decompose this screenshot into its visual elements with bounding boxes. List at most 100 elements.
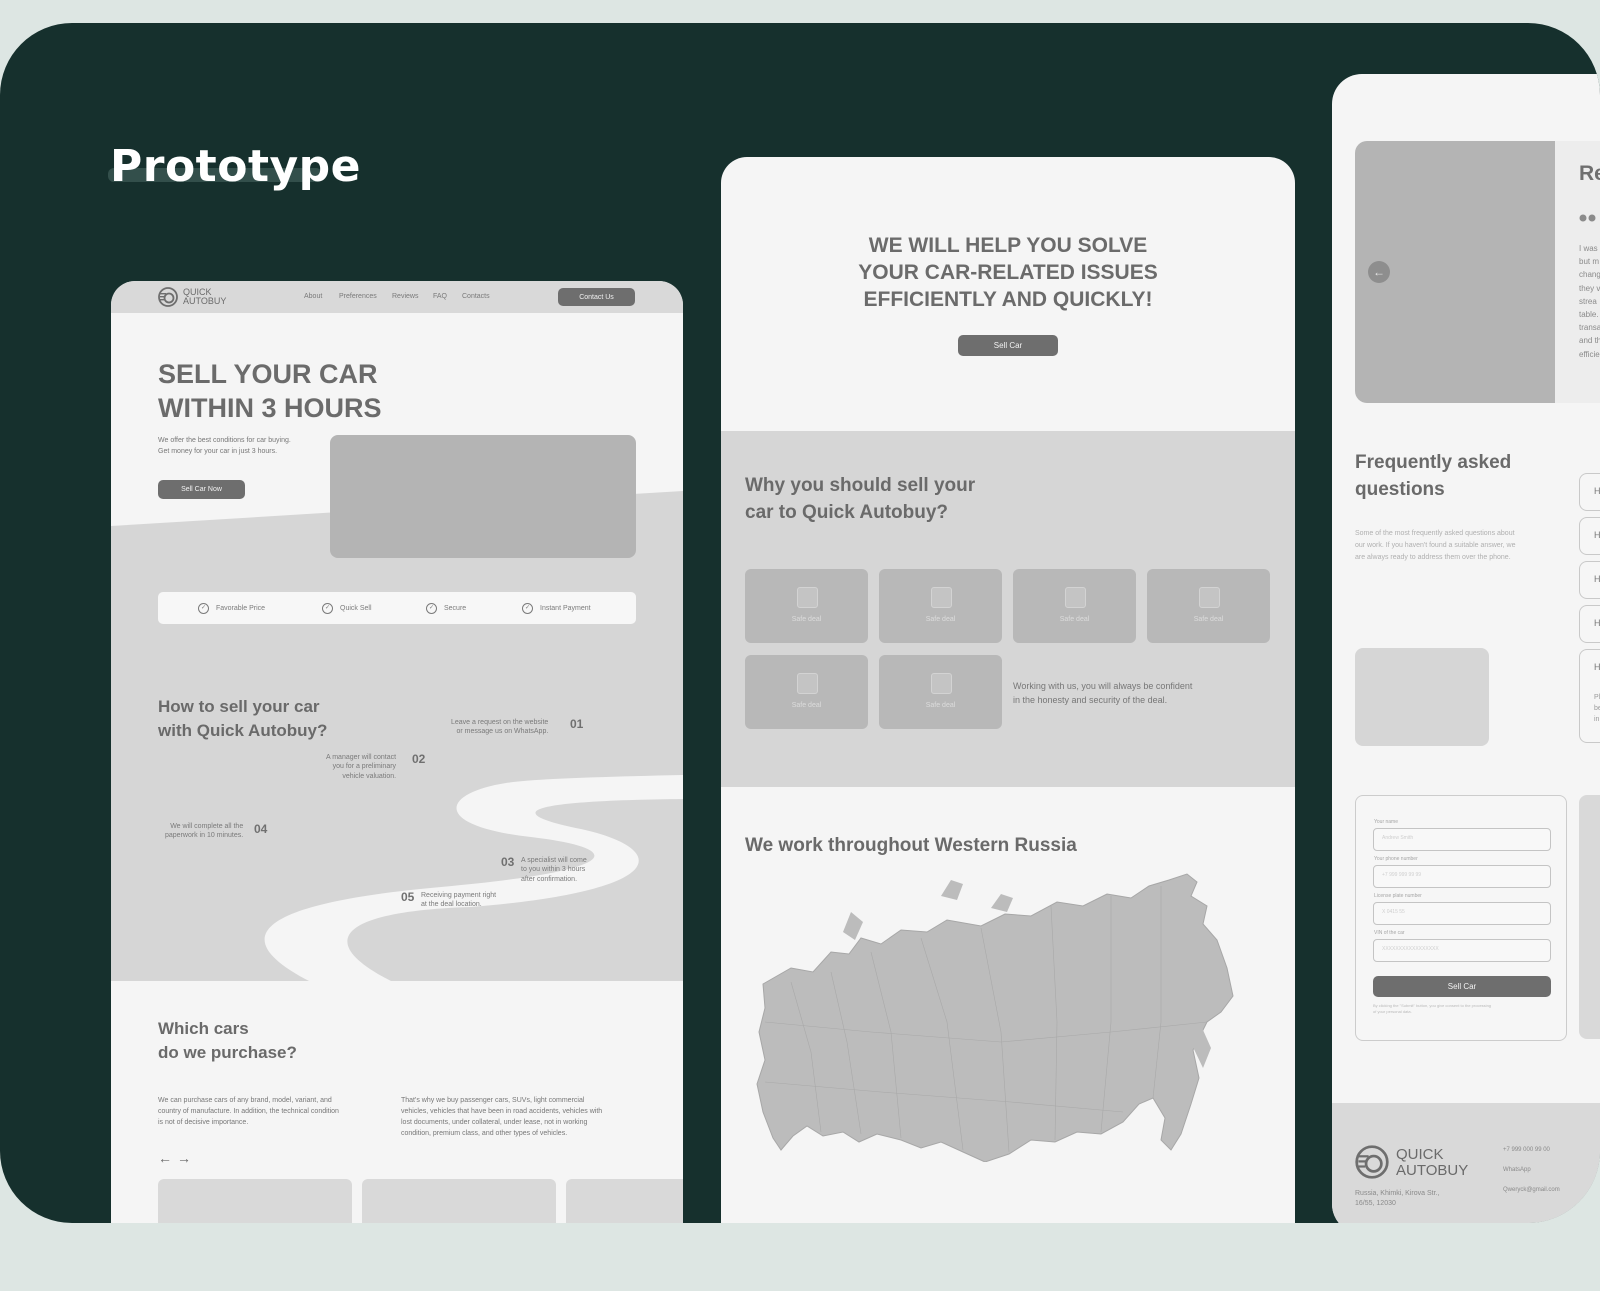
faq-item[interactable]: H (1579, 605, 1600, 643)
benefit-card: Safe deal (879, 655, 1002, 729)
carousel-next-arrow[interactable]: → (177, 1150, 191, 1166)
form-label: License plate number (1374, 893, 1422, 899)
hero-line: EFFICIENTLY AND QUICKLY! (863, 288, 1153, 311)
step-text-line: after confirmation. (521, 875, 578, 883)
which-cars-title: Which cars do we purchase? (158, 1017, 297, 1065)
input-placeholder: Andrew Smith (1382, 835, 1414, 841)
sell-car-button[interactable]: Sell Car (958, 335, 1058, 356)
footer-logo-text: QUICK AUTOBUY (1396, 1147, 1468, 1179)
faq-item[interactable]: H (1579, 517, 1600, 555)
faq-title-line: Frequently asked (1355, 452, 1512, 473)
why-title-line: car to Quick Autobuy? (745, 502, 949, 523)
step-text-line: at the deal location. (421, 901, 482, 909)
input-placeholder: X 0415 55 (1382, 909, 1405, 915)
review-line: efficie (1579, 349, 1600, 359)
input-placeholder: +7 999 999 99 99 (1382, 872, 1422, 878)
step-text-line: or message us on WhatsApp. (456, 728, 549, 736)
license-plate-input[interactable]: X 0415 55 (1373, 902, 1551, 925)
faq-answer-line: Pl (1594, 694, 1600, 701)
faq-item-label: H (1594, 662, 1600, 672)
region-title: We work throughout Western Russia (745, 835, 1077, 856)
hero-line: YOUR CAR-RELATED ISSUES (858, 261, 1158, 284)
footer-email-link[interactable]: Qweryck@gmail.com (1503, 1187, 1560, 1193)
faq-item-expanded[interactable]: H Pl be in (1579, 649, 1600, 743)
faq-desc-line: Some of the most frequently asked questi… (1355, 530, 1515, 537)
car-card[interactable] (362, 1179, 556, 1223)
footer-logo-icon (1355, 1145, 1389, 1179)
footer-address: Russia, Khimki, Kirova Str., 16/55, 1203… (1355, 1189, 1439, 1209)
review-line: they v (1579, 283, 1600, 293)
faq-answer-line: be (1594, 705, 1600, 712)
form-label: VIN of the car (1374, 930, 1405, 936)
paragraph-line: country of manufacture. In addition, the… (158, 1108, 339, 1115)
step-text-line: you for a preliminary (332, 763, 397, 771)
footer-logo-line: AUTOBUY (1396, 1162, 1469, 1179)
review-line: chang (1579, 270, 1600, 280)
review-prev-arrow-icon[interactable]: ← (1368, 261, 1390, 283)
reviews-faq-frame: ← Re I was but m chang they v strea tabl… (1332, 74, 1600, 1223)
form-label: Your phone number (1374, 856, 1418, 862)
step-02-number: 02 (412, 752, 426, 766)
faq-answer-line: in (1594, 716, 1600, 723)
step-01-number: 01 (570, 717, 584, 731)
note-line: in the honesty and security of the deal. (1013, 695, 1168, 705)
step-01-text: Leave a request on the website or messag… (451, 718, 548, 737)
how-section-title: How to sell your car with Quick Autobuy? (158, 695, 327, 743)
input-placeholder: XXXXXXXXXXXXXXXXX (1382, 946, 1439, 952)
step-04-number: 04 (254, 822, 268, 836)
review-line: but m (1579, 257, 1600, 267)
benefit-label: Safe deal (791, 616, 822, 623)
middle-hero-title: WE WILL HELP YOU SOLVE YOUR CAR-RELATED … (721, 232, 1295, 313)
step-text-line: vehicle valuation. (342, 772, 397, 780)
review-line: transa (1579, 323, 1600, 333)
car-card[interactable] (158, 1179, 352, 1223)
step-03-text: A specialist will come to you within 3 h… (521, 856, 587, 884)
which-cars-col2: That's why we buy passenger cars, SUVs, … (401, 1095, 602, 1139)
benefit-icon (1065, 587, 1086, 608)
step-text-line: to you within 3 hours (521, 866, 586, 874)
step-text-line: A manager will contact (326, 754, 397, 761)
benefit-card: Safe deal (745, 569, 868, 643)
step-04-text: We will complete all the paperwork in 10… (165, 822, 243, 841)
form-submit-button[interactable]: Sell Car (1373, 976, 1551, 997)
benefit-label: Safe deal (925, 702, 956, 709)
faq-item[interactable]: H (1579, 473, 1600, 511)
note-line: Working with us, you will always be conf… (1013, 681, 1193, 691)
carousel-prev-arrow[interactable]: ← (158, 1150, 172, 1166)
rating-stars-icon (1579, 209, 1600, 222)
car-card[interactable] (566, 1179, 683, 1223)
review-line: strea (1579, 296, 1597, 306)
benefit-card: Safe deal (1013, 569, 1136, 643)
phone-input[interactable]: +7 999 999 99 99 (1373, 865, 1551, 888)
landing-page-frame: QUICK AUTOBUY About Preferences Reviews … (111, 281, 683, 1223)
benefit-label: Safe deal (791, 702, 822, 709)
faq-item-label: H (1594, 574, 1600, 584)
faq-desc-line: are always ready to address them over th… (1355, 554, 1511, 561)
name-input[interactable]: Andrew Smith (1373, 828, 1551, 851)
footer-whatsapp-link[interactable]: WhatsApp (1503, 1167, 1531, 1173)
which-title-line: Which cars (158, 1019, 249, 1038)
step-05-number: 05 (401, 890, 415, 904)
faq-item-label: H (1594, 618, 1600, 628)
consent-line: of your personal data. (1373, 1009, 1412, 1014)
benefit-note: Working with us, you will always be conf… (1013, 679, 1192, 707)
which-cars-col1: We can purchase cars of any brand, model… (158, 1095, 339, 1128)
benefit-card: Safe deal (745, 655, 868, 729)
review-line: table. (1579, 310, 1599, 320)
benefit-icon (931, 587, 952, 608)
step-text-line: Leave a request on the website (451, 719, 549, 726)
faq-desc-line: our work. If you haven't found a suitabl… (1355, 542, 1516, 549)
vin-input[interactable]: XXXXXXXXXXXXXXXXX (1373, 939, 1551, 962)
footer-logo-line: QUICK (1396, 1146, 1444, 1163)
footer-phone[interactable]: +7 999 000 99 00 (1503, 1147, 1550, 1153)
benefit-icon (1199, 587, 1220, 608)
benefit-card: Safe deal (879, 569, 1002, 643)
presentation-board: Prototype QUICK AUTOBUY About Preference… (0, 23, 1600, 1223)
how-title-line: with Quick Autobuy? (158, 721, 328, 740)
faq-title-line: questions (1355, 479, 1445, 500)
paragraph-line: That's why we buy passenger cars, SUVs, … (401, 1097, 585, 1104)
faq-item[interactable]: H (1579, 561, 1600, 599)
page-title: Prototype (110, 141, 361, 192)
paragraph-line: vehicles, vehicles that have been in roa… (401, 1108, 603, 1115)
russia-map-icon (756, 873, 1234, 1162)
